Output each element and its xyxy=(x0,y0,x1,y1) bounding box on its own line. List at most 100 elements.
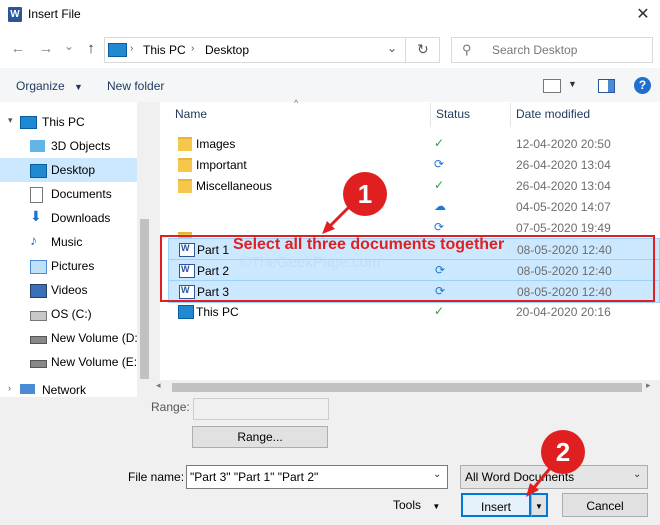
drive-c-icon xyxy=(30,311,47,321)
step1-arrow-icon xyxy=(322,204,352,234)
range-button[interactable]: Range... xyxy=(192,426,328,448)
forward-arrow-icon[interactable]: → xyxy=(36,39,56,59)
sidebar-item-label: Desktop xyxy=(51,163,96,177)
close-icon[interactable]: ✕ xyxy=(630,3,656,27)
sidebar-item-label: New Volume (D: xyxy=(51,331,138,345)
sidebar-scrollbar[interactable] xyxy=(137,102,152,397)
drive-d-icon xyxy=(30,336,47,344)
cloud-icon: ☁ xyxy=(434,199,446,213)
sidebar-item-label: This PC xyxy=(42,115,85,129)
refresh-icon[interactable]: ↻ xyxy=(417,41,429,58)
sidebar-item-videos[interactable]: Videos xyxy=(0,278,137,302)
file-type-dropdown-icon[interactable]: ⌄ xyxy=(633,469,641,480)
column-header-status[interactable]: Status xyxy=(436,107,470,121)
search-placeholder: Search Desktop xyxy=(492,43,578,57)
folder-icon xyxy=(178,179,192,193)
breadcrumb-desktop[interactable]: Desktop xyxy=(205,43,249,57)
file-row-images[interactable]: Images ✓ 12-04-2020 20:50 xyxy=(168,133,658,154)
back-arrow-icon[interactable]: ← xyxy=(8,39,28,59)
up-arrow-icon[interactable]: ↑ xyxy=(82,39,100,59)
file-row-important[interactable]: Important ⟳ 26-04-2020 13:04 xyxy=(168,154,658,175)
column-separator[interactable] xyxy=(510,103,511,127)
breadcrumb-this-pc[interactable]: This PC xyxy=(143,43,186,57)
sidebar-item-label: Downloads xyxy=(51,211,111,225)
preview-pane-icon[interactable] xyxy=(598,79,615,93)
drive-e-icon xyxy=(30,360,47,368)
file-date: 26-04-2020 13:04 xyxy=(516,158,611,172)
sidebar-item-this-pc[interactable]: ▾ This PC xyxy=(0,110,137,134)
column-header-name[interactable]: Name xyxy=(175,107,207,121)
sidebar-item-new-volume-e[interactable]: New Volume (E:) xyxy=(0,350,141,374)
file-name-input[interactable]: "Part 3" "Part 1" "Part 2" ⌄ xyxy=(186,465,448,489)
column-header-date-modified[interactable]: Date modified xyxy=(516,107,590,121)
sidebar-item-os-c[interactable]: OS (C:) xyxy=(0,302,137,326)
sync-ok-icon: ✓ xyxy=(434,178,445,192)
sidebar-scroll-thumb[interactable] xyxy=(140,219,149,379)
view-dropdown-icon[interactable]: ▼ xyxy=(568,79,577,89)
file-date: 20-04-2020 20:16 xyxy=(516,305,611,319)
file-name-value: "Part 3" "Part 1" "Part 2" xyxy=(190,470,319,484)
sidebar-item-label: Network xyxy=(42,383,87,397)
expand-chevron-icon[interactable]: ▾ xyxy=(8,115,13,126)
sidebar-item-new-volume-d[interactable]: New Volume (D: xyxy=(0,326,138,350)
change-view-icon[interactable] xyxy=(543,79,561,93)
network-icon xyxy=(20,384,35,394)
sync-ok-icon: ✓ xyxy=(434,304,445,318)
sidebar-item-downloads[interactable]: ⬇ Downloads xyxy=(0,206,137,230)
sidebar-item-label: New Volume (E:) xyxy=(51,355,142,369)
address-divider xyxy=(405,38,406,62)
tools-button[interactable]: Tools ▼ xyxy=(393,498,440,512)
breadcrumb-separator-icon: › xyxy=(130,43,134,54)
this-pc-shortcut-icon xyxy=(178,305,194,319)
file-row-this-pc[interactable]: This PC ✓ 20-04-2020 20:16 xyxy=(168,301,658,322)
file-name: This PC xyxy=(196,305,239,319)
file-name: Important xyxy=(196,158,247,172)
search-icon: ⚲ xyxy=(462,42,472,57)
3d-objects-icon xyxy=(30,140,45,152)
search-box[interactable]: ⚲ Search Desktop xyxy=(451,37,653,63)
toolbar xyxy=(0,68,660,102)
breadcrumb-separator-icon: › xyxy=(191,43,195,54)
file-date: 12-04-2020 20:50 xyxy=(516,137,611,151)
sidebar-item-documents[interactable]: Documents xyxy=(0,182,137,206)
file-name-dropdown-icon[interactable]: ⌄ xyxy=(433,469,441,480)
step1-instruction: Select all three documents together xyxy=(233,236,505,253)
file-date: 04-05-2020 14:07 xyxy=(516,200,611,214)
folder-icon xyxy=(178,137,192,151)
collapse-chevron-icon[interactable]: › xyxy=(8,383,11,393)
scroll-right-icon[interactable]: ▸ xyxy=(646,380,651,391)
tools-label: Tools xyxy=(393,498,422,512)
sidebar-item-3d-objects[interactable]: 3D Objects xyxy=(0,134,137,158)
range-input xyxy=(193,398,329,420)
sidebar-item-music[interactable]: ♪ Music xyxy=(0,230,137,254)
new-folder-button[interactable]: New folder xyxy=(107,79,164,93)
syncing-icon: ⟳ xyxy=(434,157,445,171)
file-row-miscellaneous[interactable]: Miscellaneous ✓ 26-04-2020 13:04 xyxy=(168,175,658,196)
sidebar-item-label: OS (C:) xyxy=(51,307,92,321)
music-icon: ♪ xyxy=(30,232,37,248)
organize-label: Organize xyxy=(16,79,65,93)
cancel-button[interactable]: Cancel xyxy=(562,493,648,517)
sort-ascending-icon: ^ xyxy=(294,98,299,108)
sidebar-item-network[interactable]: › Network xyxy=(0,382,137,397)
help-icon[interactable]: ? xyxy=(634,77,651,94)
sidebar-item-label: Pictures xyxy=(51,259,95,273)
column-separator[interactable] xyxy=(430,103,431,127)
horizontal-scroll-thumb[interactable] xyxy=(172,383,642,392)
downloads-icon: ⬇ xyxy=(30,208,42,224)
sidebar-item-label: Music xyxy=(51,235,83,249)
sidebar-item-pictures[interactable]: Pictures xyxy=(0,254,137,278)
address-bar[interactable]: › This PC › Desktop ⌄ ↻ xyxy=(104,37,440,63)
sidebar-item-label: Documents xyxy=(51,187,112,201)
step2-arrow-icon xyxy=(526,465,554,497)
file-name: Images xyxy=(196,137,236,151)
recent-locations-chevron-icon[interactable]: ⌄ xyxy=(62,36,76,56)
documents-icon xyxy=(30,187,43,203)
address-dropdown-icon[interactable]: ⌄ xyxy=(387,41,397,55)
organize-button[interactable]: Organize ▼ xyxy=(16,79,83,93)
sidebar-item-desktop[interactable]: Desktop xyxy=(0,158,137,182)
scroll-left-icon[interactable]: ◂ xyxy=(156,380,161,391)
file-row-hidden-1[interactable]: ☁ 04-05-2020 14:07 xyxy=(168,196,658,217)
this-pc-icon xyxy=(108,43,127,57)
organize-dropdown-icon: ▼ xyxy=(74,82,83,92)
